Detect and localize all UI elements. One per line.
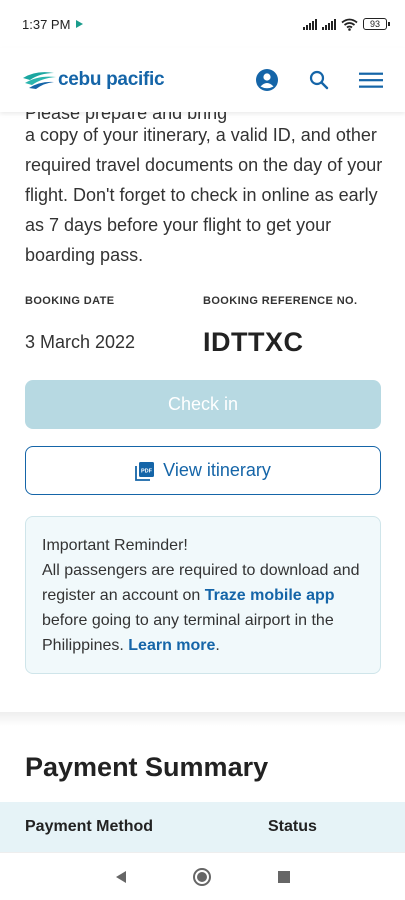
view-itinerary-label: View itinerary xyxy=(163,460,271,480)
booking-date-value: 3 March 2022 xyxy=(25,332,136,352)
section-divider xyxy=(0,712,405,726)
signal-icon xyxy=(322,18,336,30)
signal-icon xyxy=(303,18,317,30)
app-header: cebu pacific xyxy=(0,48,405,112)
battery-level: 93 xyxy=(369,18,380,29)
payment-table-header: Payment Method Status xyxy=(0,802,405,852)
booking-ref-value: IDTTXC xyxy=(203,327,304,357)
booking-labels: BOOKING DATE BOOKING REFERENCE NO. xyxy=(25,295,385,307)
status-bar: 1:37 PM 93 xyxy=(0,0,405,48)
checkin-label: Check in xyxy=(167,394,239,414)
system-nav-bar xyxy=(0,852,405,900)
scroll-content[interactable]: Please prepare and bring a copy of your … xyxy=(0,112,405,852)
menu-icon[interactable] xyxy=(359,68,383,92)
status-time: 1:37 PM xyxy=(22,16,71,32)
reminder-title: Important Reminder! xyxy=(42,537,188,554)
logo-text: cebu pacific xyxy=(58,69,165,90)
account-icon[interactable] xyxy=(255,68,279,92)
payment-status-header: Status xyxy=(268,818,317,835)
logo-swoosh-icon xyxy=(23,72,56,89)
view-itinerary-button[interactable]: PDF View itinerary xyxy=(25,446,381,495)
battery-icon: 93 xyxy=(363,18,390,30)
cebu-pacific-logo[interactable]: cebu pacific xyxy=(22,69,165,91)
pdf-icon-text: PDF xyxy=(141,468,153,474)
important-reminder-box: Important Reminder! All passengers are r… xyxy=(25,516,381,674)
traze-app-link[interactable]: Traze mobile app xyxy=(205,587,335,604)
reminder-body: All passengers are required to download … xyxy=(42,558,364,658)
wifi-icon xyxy=(341,18,358,31)
payment-method-header: Payment Method xyxy=(25,818,154,835)
home-icon[interactable] xyxy=(187,862,217,892)
booking-values: 3 March 2022 IDTTXC xyxy=(25,327,385,357)
payment-summary-title: Payment Summary xyxy=(25,752,269,782)
checkin-button[interactable]: Check in xyxy=(25,380,381,429)
booking-ref-label: BOOKING REFERENCE NO. xyxy=(203,295,358,307)
booking-date-label: BOOKING DATE xyxy=(25,295,115,307)
pdf-icon: PDF xyxy=(135,461,155,481)
reminder-period: . xyxy=(215,637,220,654)
intro-text: a copy of your itinerary, a valid ID, an… xyxy=(25,125,383,265)
back-icon[interactable] xyxy=(106,862,136,892)
play-icon xyxy=(76,20,84,28)
header-actions xyxy=(255,68,383,92)
recents-icon[interactable] xyxy=(269,862,299,892)
search-icon[interactable] xyxy=(307,68,331,92)
status-icons: 93 xyxy=(303,18,390,31)
learn-more-link[interactable]: Learn more xyxy=(128,637,215,654)
